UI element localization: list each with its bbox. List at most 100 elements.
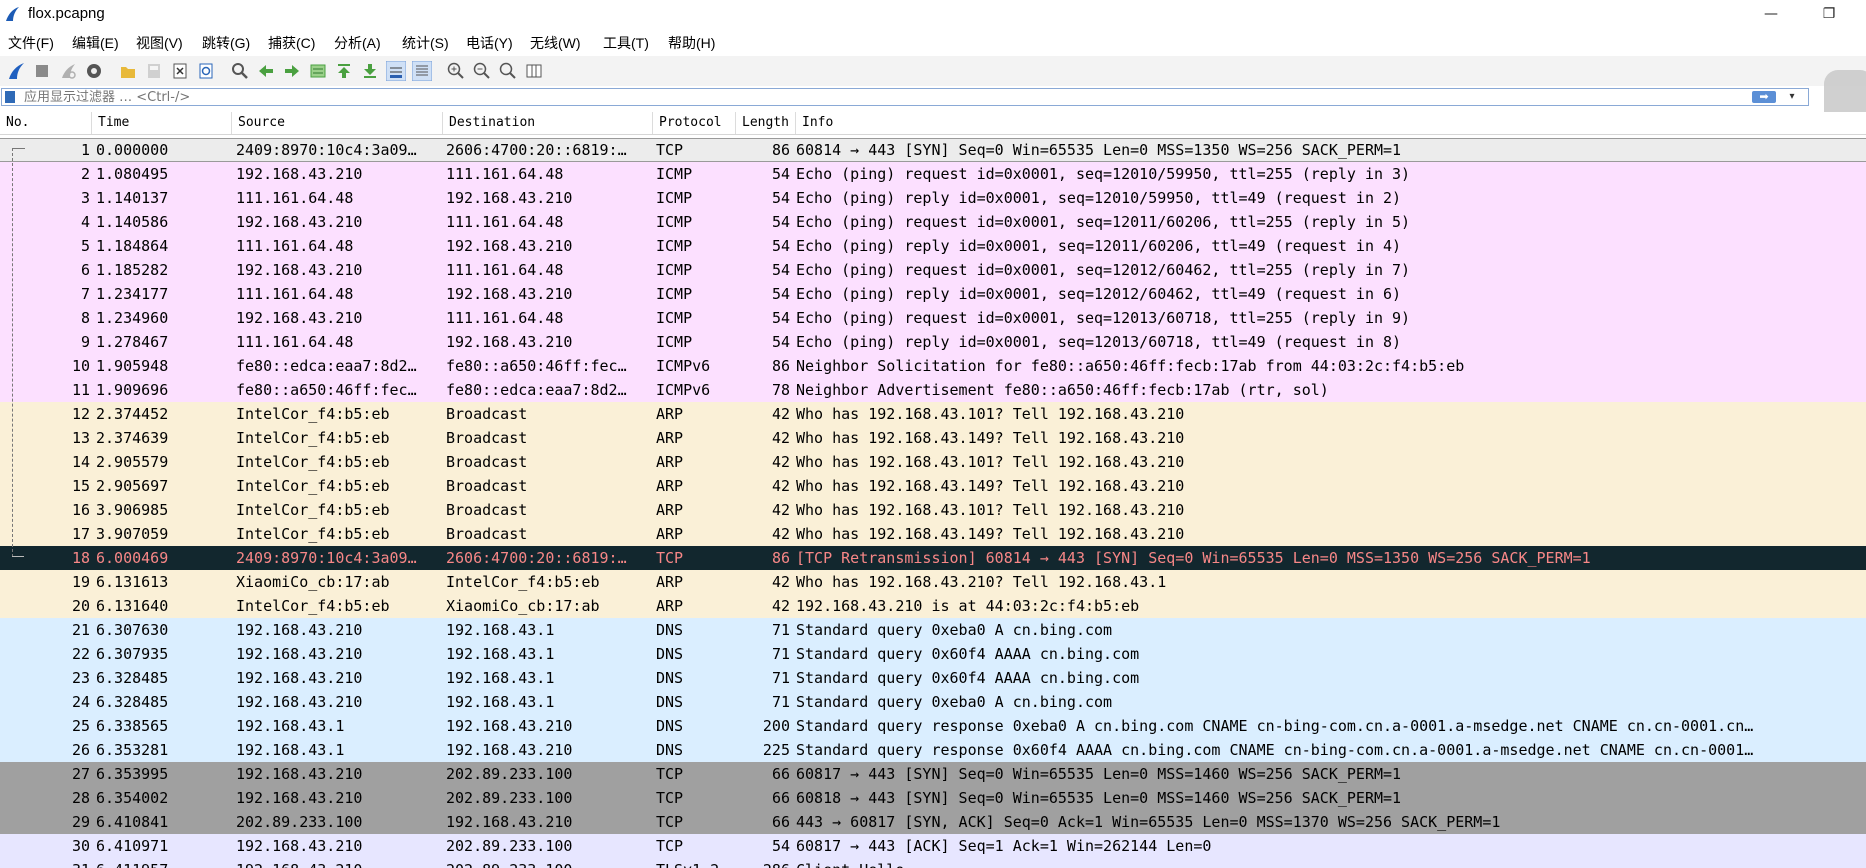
packet-row[interactable]: 23 6.328485 192.168.43.210 192.168.43.1 DNS 7… <box>0 666 1866 690</box>
menu-tools[interactable]: 工具(T) <box>603 33 649 53</box>
packet-row[interactable]: 13 2.374639 IntelCor_f4:b5:eb Broadcast ARP 4… <box>0 426 1866 450</box>
packet-row[interactable]: 16 3.906985 IntelCor_f4:b5:eb Broadcast ARP 4… <box>0 498 1866 522</box>
column-header-protocol[interactable]: Protocol <box>653 112 736 134</box>
open-file-icon[interactable] <box>118 61 138 81</box>
packet-destination: 192.168.43.210 <box>446 237 573 255</box>
menu-edit[interactable]: 编辑(E) <box>72 33 119 53</box>
packet-row[interactable]: 17 3.907059 IntelCor_f4:b5:eb Broadcast ARP 4… <box>0 522 1866 546</box>
packet-row[interactable]: 31 6.411957192.168.43.210202.89.233.100TL… <box>0 858 1866 868</box>
packet-row[interactable]: 5 1.184864 111.161.64.48 192.168.43.210 ICMP… <box>0 234 1866 258</box>
packet-row[interactable]: 7 1.234177 111.161.64.48 192.168.43.210 ICMP… <box>0 282 1866 306</box>
packet-time: 1.905948 <box>96 357 169 375</box>
packet-destination: 202.89.233.100 <box>446 789 573 807</box>
menu-wireless[interactable]: 无线(W) <box>530 33 581 53</box>
packet-length: 66 <box>771 813 790 831</box>
packet-protocol: ICMP <box>656 213 693 231</box>
colorize-icon[interactable] <box>412 61 432 81</box>
packet-no: 24 <box>71 693 90 711</box>
normal-size-icon[interactable] <box>498 61 518 81</box>
packet-row[interactable]: 11 1.909696 fe80::a650:46ff:fec… fe80::edca… <box>0 378 1866 402</box>
menu-capture[interactable]: 捕获(C) <box>268 33 315 53</box>
save-file-icon[interactable] <box>144 61 164 81</box>
packet-length: 42 <box>771 477 790 495</box>
packet-no: 31 <box>0 858 90 868</box>
packet-info: [TCP Retransmission] 60814 → 443 [SYN] S… <box>796 549 1591 567</box>
go-to-first-packet-icon[interactable] <box>334 61 354 81</box>
menu-help[interactable]: 帮助(H) <box>668 33 715 53</box>
packet-row[interactable]: 30 6.410971 192.168.43.210 202.89.233.100 TC… <box>0 834 1866 858</box>
zoom-in-icon[interactable] <box>446 61 466 81</box>
packet-row[interactable]: 10 1.905948 fe80::edca:eaa7:8d2… fe80::a650… <box>0 354 1866 378</box>
packet-time: 6.410971 <box>96 837 169 855</box>
packet-time: 6.307630 <box>96 621 169 639</box>
minimize-button[interactable]: — <box>1748 0 1794 30</box>
column-header-destination[interactable]: Destination <box>443 112 653 134</box>
column-header-source[interactable]: Source <box>232 112 443 134</box>
packet-destination: Broadcast <box>446 477 528 495</box>
packet-row[interactable]: 3 1.140137 111.161.64.48 192.168.43.210 ICMP… <box>0 186 1866 210</box>
start-capture-icon[interactable] <box>6 61 26 81</box>
maximize-button[interactable]: ❐ <box>1806 0 1852 30</box>
packet-destination: 202.89.233.100 <box>446 858 656 868</box>
packet-row[interactable]: 8 1.234960 192.168.43.210 111.161.64.48 ICMP… <box>0 306 1866 330</box>
menu-file[interactable]: 文件(F) <box>8 33 54 53</box>
packet-length: 54 <box>771 261 790 279</box>
menu-statistics[interactable]: 统计(S) <box>402 33 449 53</box>
packet-time: 6.410841 <box>96 813 169 831</box>
packet-info: Standard query 0x60f4 AAAA cn.bing.com <box>796 645 1140 663</box>
packet-source: 192.168.43.210 <box>236 858 446 868</box>
column-header-length[interactable]: Length <box>736 112 796 134</box>
zoom-out-icon[interactable] <box>472 61 492 81</box>
go-back-icon[interactable] <box>256 61 276 81</box>
packet-length: 54 <box>771 309 790 327</box>
close-file-icon[interactable] <box>170 61 190 81</box>
packet-row[interactable]: 20 6.131640 IntelCor_f4:b5:eb XiaomiCo_cb:1… <box>0 594 1866 618</box>
packet-row[interactable]: 26 6.353281 192.168.43.1 192.168.43.210 DNS 2… <box>0 738 1866 762</box>
go-to-packet-icon[interactable] <box>308 61 328 81</box>
packet-length: 54 <box>771 333 790 351</box>
packet-time: 1.080495 <box>96 165 169 183</box>
packet-row[interactable]: 18 6.000469 2409:8970:10c4:3a09… 2606:4700:… <box>0 546 1866 570</box>
stop-capture-icon[interactable] <box>32 61 52 81</box>
menu-telephony[interactable]: 电话(Y) <box>466 33 513 53</box>
auto-scroll-icon[interactable] <box>386 61 406 81</box>
resize-columns-icon[interactable] <box>524 61 544 81</box>
column-header-time[interactable]: Time <box>92 112 232 134</box>
packet-row[interactable]: 25 6.338565 192.168.43.1 192.168.43.210 DNS 2… <box>0 714 1866 738</box>
packet-row[interactable]: 28 6.354002 192.168.43.210 202.89.233.100 TC… <box>0 786 1866 810</box>
column-header-info[interactable]: Info <box>796 112 1866 134</box>
display-filter-input[interactable] <box>24 89 1724 105</box>
packet-row[interactable]: 14 2.905579 IntelCor_f4:b5:eb Broadcast ARP 4… <box>0 450 1866 474</box>
packet-row[interactable]: 24 6.328485 192.168.43.210 192.168.43.1 DNS 7… <box>0 690 1866 714</box>
packet-row[interactable]: 6 1.185282 192.168.43.210 111.161.64.48 ICMP… <box>0 258 1866 282</box>
find-packet-icon[interactable] <box>230 61 250 81</box>
bookmark-icon[interactable] <box>5 91 15 103</box>
packet-info: 60814 → 443 [SYN] Seq=0 Win=65535 Len=0 … <box>796 141 1402 159</box>
packet-list[interactable]: 1 0.000000 2409:8970:10c4:3a09… 2606:4700:2… <box>0 138 1866 868</box>
reload-file-icon[interactable] <box>196 61 216 81</box>
packet-row[interactable]: 1 0.000000 2409:8970:10c4:3a09… 2606:4700:2… <box>0 138 1866 162</box>
packet-protocol: ARP <box>656 429 684 447</box>
restart-capture-icon[interactable] <box>58 61 78 81</box>
capture-options-icon[interactable] <box>84 61 104 81</box>
menu-view[interactable]: 视图(V) <box>136 33 183 53</box>
packet-row[interactable]: 15 2.905697 IntelCor_f4:b5:eb Broadcast ARP 4… <box>0 474 1866 498</box>
menu-go[interactable]: 跳转(G) <box>202 33 250 53</box>
packet-row[interactable]: 4 1.140586 192.168.43.210 111.161.64.48 ICMP… <box>0 210 1866 234</box>
column-header-no[interactable]: No. <box>0 112 92 134</box>
packet-protocol: ARP <box>656 405 684 423</box>
packet-time: 6.328485 <box>96 669 169 687</box>
packet-row[interactable]: 19 6.131613 XiaomiCo_cb:17:ab IntelCor_f4:b… <box>0 570 1866 594</box>
go-to-last-packet-icon[interactable] <box>360 61 380 81</box>
packet-row[interactable]: 2 1.080495 192.168.43.210 111.161.64.48 ICMP… <box>0 162 1866 186</box>
menu-analyze[interactable]: 分析(A) <box>334 33 381 53</box>
chevron-down-icon[interactable]: ▾ <box>1786 89 1798 105</box>
apply-filter-arrow-icon[interactable]: ➡ <box>1752 91 1776 103</box>
packet-row[interactable]: 27 6.353995 192.168.43.210 202.89.233.100 TC… <box>0 762 1866 786</box>
packet-row[interactable]: 29 6.410841 202.89.233.100 192.168.43.210 TC… <box>0 810 1866 834</box>
go-forward-icon[interactable] <box>282 61 302 81</box>
packet-row[interactable]: 21 6.307630 192.168.43.210 192.168.43.1 DNS 7… <box>0 618 1866 642</box>
packet-row[interactable]: 22 6.307935 192.168.43.210 192.168.43.1 DNS 7… <box>0 642 1866 666</box>
packet-row[interactable]: 9 1.278467 111.161.64.48 192.168.43.210 ICMP… <box>0 330 1866 354</box>
packet-row[interactable]: 12 2.374452 IntelCor_f4:b5:eb Broadcast ARP 4… <box>0 402 1866 426</box>
